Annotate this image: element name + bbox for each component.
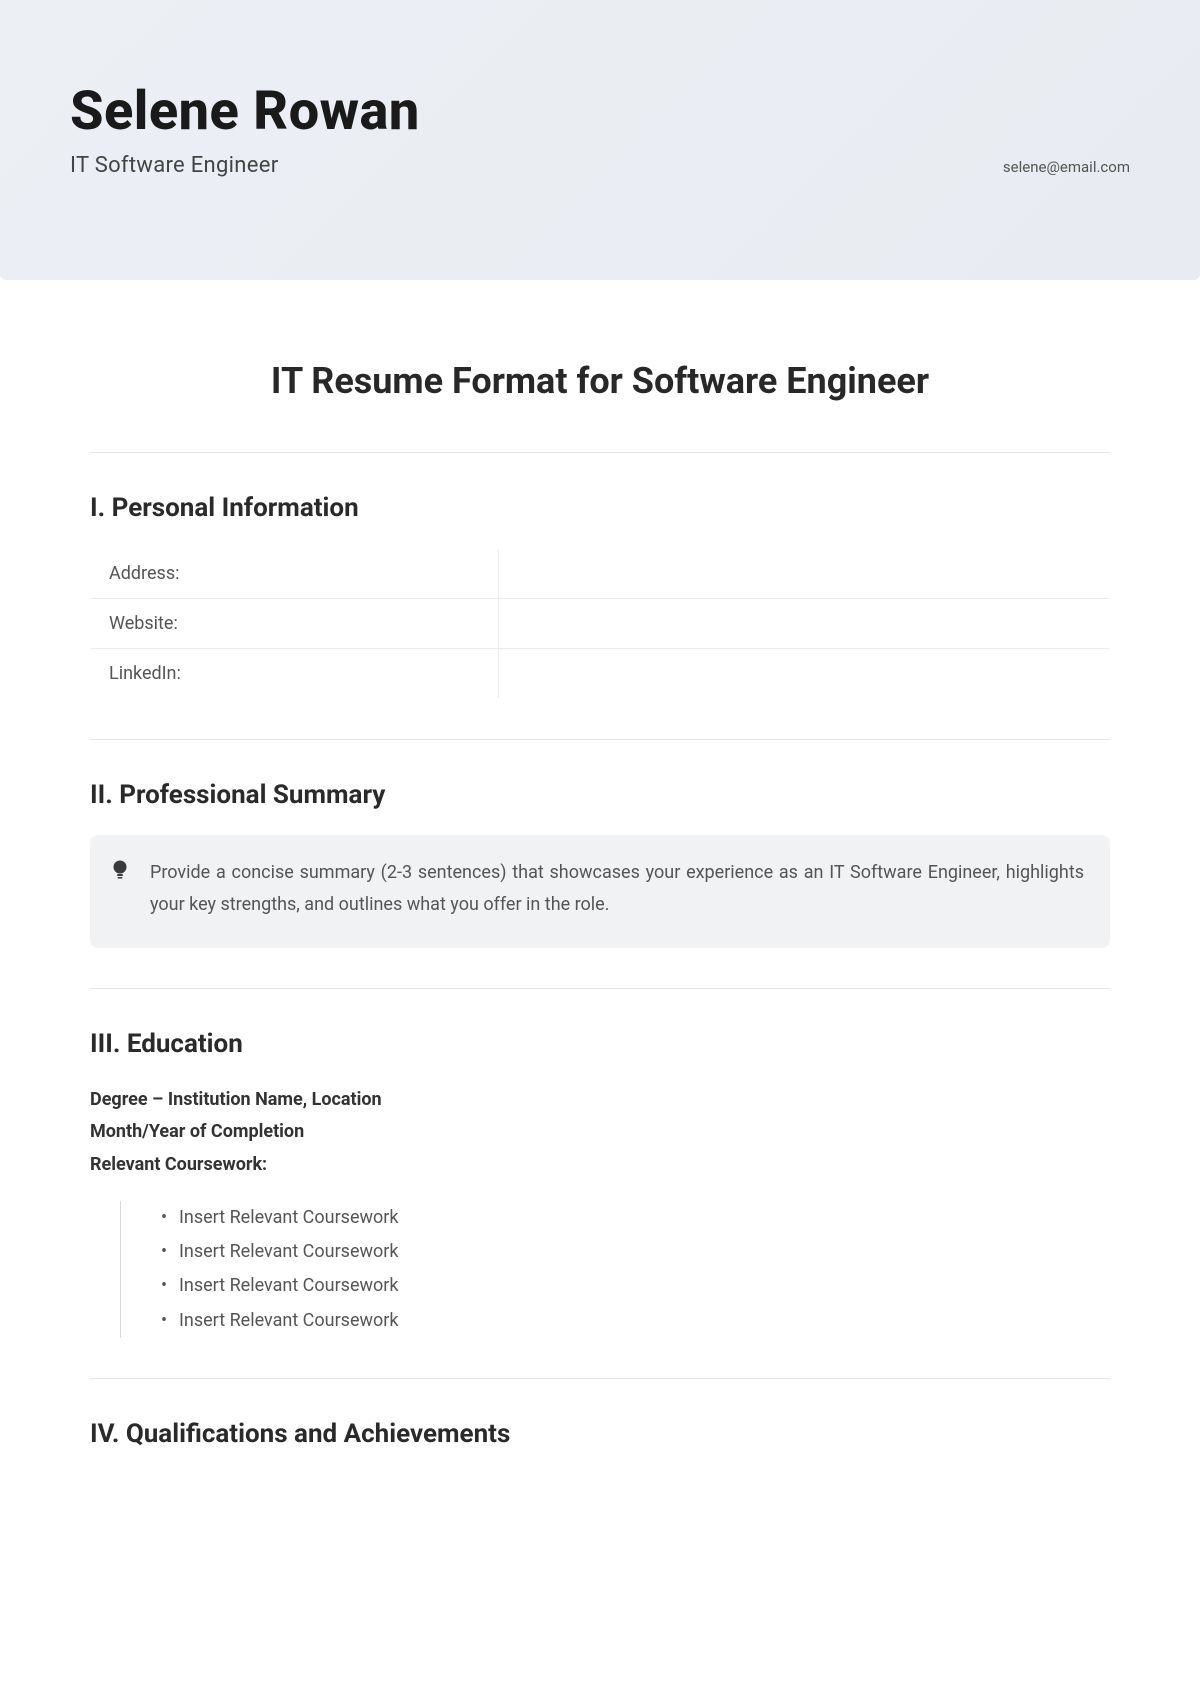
lightbulb-icon (110, 855, 130, 895)
summary-callout: Provide a concise summary (2-3 sentences… (90, 835, 1110, 948)
section-education-title: III. Education (90, 1029, 1110, 1059)
edu-coursework-label: Relevant Coursework: (90, 1149, 1110, 1181)
list-item: Insert Relevant Coursework (161, 1304, 1110, 1338)
list-item: Insert Relevant Coursework (161, 1235, 1110, 1269)
list-item: Insert Relevant Coursework (161, 1201, 1110, 1235)
value-address[interactable] (498, 549, 1109, 599)
applicant-name: Selene Rowan (70, 80, 1130, 143)
applicant-subtitle: IT Software Engineer (70, 153, 278, 178)
personal-info-table: Address: Website: LinkedIn: (90, 548, 1110, 699)
label-website: Website: (91, 599, 499, 649)
table-row: Website: (91, 599, 1110, 649)
section-summary-title: II. Professional Summary (90, 780, 1110, 810)
divider (90, 1378, 1110, 1379)
header-row: IT Software Engineer selene@email.com (70, 153, 1130, 178)
table-row: Address: (91, 549, 1110, 599)
section-personal-title: I. Personal Information (90, 493, 1110, 523)
summary-text: Provide a concise summary (2-3 sentences… (150, 862, 1084, 915)
edu-degree-line: Degree – Institution Name, Location (90, 1084, 1110, 1116)
list-item: Insert Relevant Coursework (161, 1269, 1110, 1303)
divider (90, 988, 1110, 989)
value-website[interactable] (498, 599, 1109, 649)
education-lines: Degree – Institution Name, Location Mont… (90, 1084, 1110, 1181)
resume-body: IT Resume Format for Software Engineer I… (0, 280, 1200, 1514)
label-address: Address: (91, 549, 499, 599)
resume-header: Selene Rowan IT Software Engineer selene… (0, 0, 1200, 280)
value-linkedin[interactable] (498, 649, 1109, 699)
page-title: IT Resume Format for Software Engineer (90, 360, 1110, 402)
table-row: LinkedIn: (91, 649, 1110, 699)
divider (90, 739, 1110, 740)
edu-date-line: Month/Year of Completion (90, 1116, 1110, 1148)
divider (90, 452, 1110, 453)
coursework-list: Insert Relevant Coursework Insert Releva… (120, 1201, 1110, 1338)
applicant-email: selene@email.com (1003, 158, 1130, 176)
section-qualifications-title: IV. Qualifications and Achievements (90, 1419, 1110, 1449)
label-linkedin: LinkedIn: (91, 649, 499, 699)
